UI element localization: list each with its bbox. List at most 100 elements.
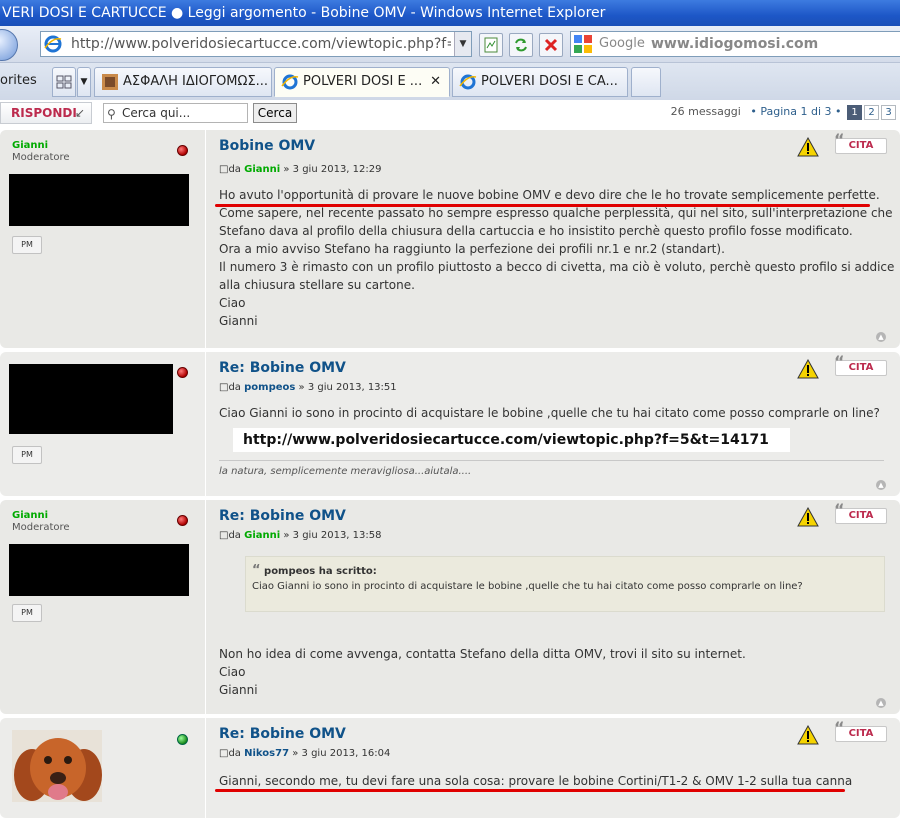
offline-status-icon xyxy=(177,515,188,526)
google-icon xyxy=(574,35,592,53)
back-to-top-icon[interactable]: ▲ xyxy=(876,480,886,490)
quote-button[interactable]: CITA xyxy=(834,503,887,524)
post: Gianni Moderatore PM Re: Bobine OMV □da … xyxy=(0,500,900,714)
post-profile: PM xyxy=(0,352,206,496)
reply-arrow-icon: ↙ xyxy=(74,106,85,120)
quote-button[interactable]: CITA xyxy=(834,721,887,742)
post-content: Gianni, secondo me, tu devi fare una sol… xyxy=(219,772,852,790)
address-bar[interactable]: http://www.polveridosiecartucce.com/view… xyxy=(40,31,472,57)
tab-label: ΑΣΦΑΛΗ ΙΔΙΟΓΟΜΩΣ... xyxy=(123,74,269,89)
report-warning-icon[interactable] xyxy=(797,507,819,527)
report-warning-icon[interactable] xyxy=(797,725,819,745)
author-link[interactable]: Gianni xyxy=(244,530,280,541)
username[interactable]: Gianni xyxy=(12,140,48,151)
post-profile xyxy=(0,718,206,818)
post-content: Ho avuto l'opportunità di provare le nuo… xyxy=(219,186,894,330)
post-title[interactable]: Bobine OMV xyxy=(219,138,315,154)
tab-list-dropdown-icon[interactable]: ▼ xyxy=(77,67,91,97)
post-date: » 3 giu 2013, 12:29 xyxy=(283,164,382,175)
post-title[interactable]: Re: Bobine OMV xyxy=(219,508,346,524)
post: Gianni Moderatore PM Bobine OMV □da Gian… xyxy=(0,130,900,348)
tab-label: POLVERI DOSI E CA... xyxy=(481,74,618,89)
tab-polveri[interactable]: POLVERI DOSI E CA... xyxy=(452,67,628,97)
post-line: Stefano dava al profilo della chiusura d… xyxy=(219,224,853,238)
post-author-line: □da Gianni » 3 giu 2013, 12:29 xyxy=(219,164,382,175)
post: PM Re: Bobine OMV □da pompeos » 3 giu 20… xyxy=(0,352,900,496)
author-link[interactable]: pompeos xyxy=(244,382,295,393)
page-3-link[interactable]: 3 xyxy=(881,105,896,120)
window-title: VERI DOSI E CARTUCCE ● Leggi argomento -… xyxy=(2,5,606,21)
stop-icon[interactable] xyxy=(539,33,563,57)
post-title[interactable]: Re: Bobine OMV xyxy=(219,726,346,742)
back-to-top-icon[interactable]: ▲ xyxy=(876,332,886,342)
offline-status-icon xyxy=(177,145,188,156)
author-link[interactable]: Nikos77 xyxy=(244,748,289,759)
address-toolbar: http://www.polveridosiecartucce.com/view… xyxy=(0,26,900,63)
page-icon xyxy=(102,73,118,90)
compatibility-view-icon[interactable] xyxy=(479,33,503,57)
pasted-link[interactable]: http://www.polveridosiecartucce.com/view… xyxy=(233,428,790,452)
post-author-line: □da Gianni » 3 giu 2013, 13:58 xyxy=(219,530,382,541)
favorites-label[interactable]: orites xyxy=(0,73,37,88)
reply-button[interactable]: RISPONDI ↙ xyxy=(0,102,92,124)
author-link[interactable]: Gianni xyxy=(244,164,280,175)
post-line: Gianni, secondo me, tu devi fare una sol… xyxy=(219,774,853,788)
tab-greek[interactable]: ΑΣΦΑΛΗ ΙΔΙΟΓΟΜΩΣ... xyxy=(94,67,272,97)
pm-button[interactable]: PM xyxy=(12,604,42,622)
post-line: Il numero 3 è rimasto con un profilo piu… xyxy=(219,260,895,274)
report-warning-icon[interactable] xyxy=(797,137,819,157)
red-underline-annotation xyxy=(215,789,845,792)
signature-divider xyxy=(219,460,884,461)
address-url[interactable]: http://www.polveridosiecartucce.com/view… xyxy=(71,32,451,56)
user-rank: Moderatore xyxy=(12,522,70,533)
topic-search-input[interactable]: ⚲ Cerca qui... xyxy=(103,103,248,123)
post-date: » 3 giu 2013, 13:51 xyxy=(298,382,397,393)
search-icon: ⚲ xyxy=(107,107,116,121)
post-title[interactable]: Re: Bobine OMV xyxy=(219,360,346,376)
search-bar[interactable]: Google www.idiogomosi.com xyxy=(570,31,900,57)
page-2-link[interactable]: 2 xyxy=(864,105,879,120)
quote-author: pompeos ha scritto: xyxy=(264,566,377,577)
window-title-bar: VERI DOSI E CARTUCCE ● Leggi argomento -… xyxy=(0,0,900,26)
pm-label: PM xyxy=(21,240,33,249)
post-line: Ciao Gianni io sono in procinto di acqui… xyxy=(219,406,880,420)
quote-button[interactable]: CITA xyxy=(834,355,887,376)
pm-label: PM xyxy=(21,608,33,617)
quick-tabs-button[interactable] xyxy=(52,67,76,97)
author-prefix: da xyxy=(228,748,241,759)
red-underline-annotation xyxy=(215,204,870,207)
quote-text: Ciao Gianni io sono in procinto di acqui… xyxy=(252,581,803,592)
report-warning-icon[interactable] xyxy=(797,359,819,379)
pagination: 26 messaggi • Pagina 1 di 3 • 123 xyxy=(671,105,896,120)
online-status-icon xyxy=(177,734,188,745)
post-line: Gianni xyxy=(219,683,258,697)
user-rank: Moderatore xyxy=(12,152,70,163)
search-provider-label: Google xyxy=(599,36,645,51)
pagination-bullet: • xyxy=(750,105,757,118)
new-tab-button[interactable] xyxy=(631,67,661,97)
pm-label: PM xyxy=(21,450,33,459)
username[interactable]: Gianni xyxy=(12,510,48,521)
pm-button[interactable]: PM xyxy=(12,446,42,464)
avatar xyxy=(9,174,189,226)
tab-polveri-active[interactable]: POLVERI DOSI E ... ✕ xyxy=(274,67,450,97)
quote-button[interactable]: CITA xyxy=(834,133,887,154)
refresh-icon[interactable] xyxy=(509,33,533,57)
page-1-link[interactable]: 1 xyxy=(847,105,862,120)
quote-block: “ pompeos ha scritto: Ciao Gianni io son… xyxy=(245,556,885,612)
search-button[interactable]: Cerca xyxy=(253,103,297,123)
back-button[interactable] xyxy=(0,29,18,61)
author-prefix: da xyxy=(228,530,241,541)
post-line: Gianni xyxy=(219,314,258,328)
back-to-top-icon[interactable]: ▲ xyxy=(876,698,886,708)
pm-button[interactable]: PM xyxy=(12,236,42,254)
address-dropdown-icon[interactable]: ▼ xyxy=(454,32,471,56)
close-tab-icon[interactable]: ✕ xyxy=(430,68,441,96)
ie-logo-icon xyxy=(44,35,62,53)
post-line: alla chiusura stellare su cartone. xyxy=(219,278,415,292)
ie-page-icon xyxy=(281,74,299,89)
search-input[interactable]: www.idiogomosi.com xyxy=(651,32,818,56)
message-count: 26 messaggi xyxy=(670,105,741,118)
ie-page-icon xyxy=(459,74,477,89)
page-of-label[interactable]: Pagina 1 di 3 xyxy=(760,105,831,118)
